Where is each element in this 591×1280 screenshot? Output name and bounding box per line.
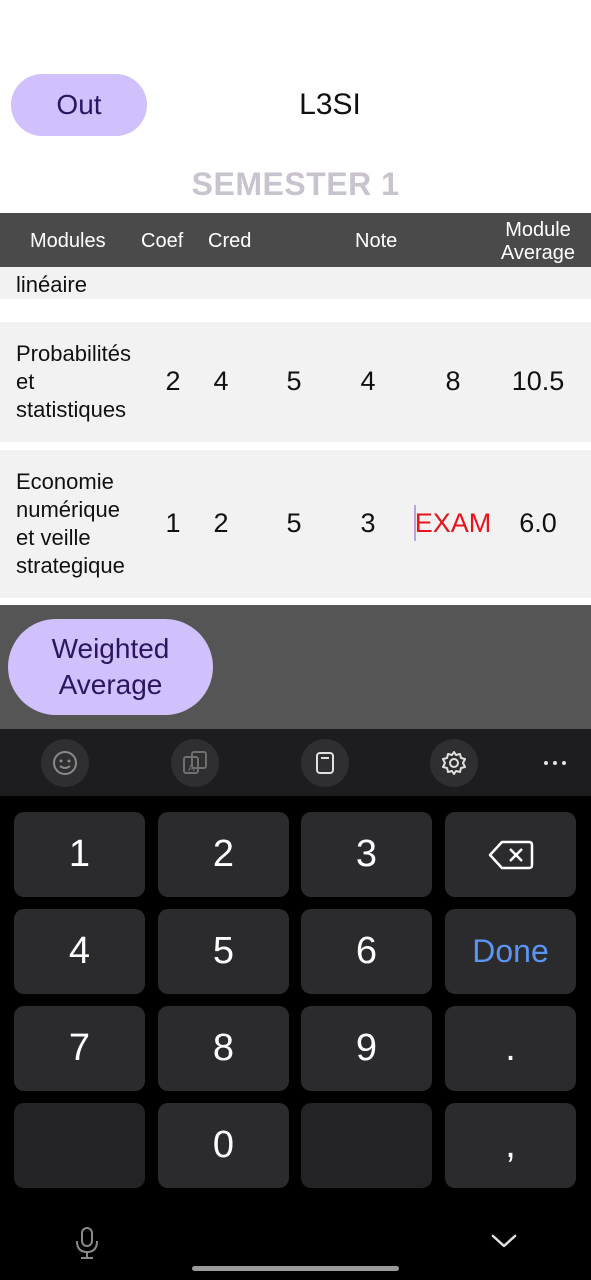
module-name-line: numérique — [16, 497, 120, 522]
key-6[interactable]: 6 — [301, 909, 432, 994]
numeric-keyboard: 1 2 3 4 5 6 Done 7 8 9 . 0 , — [0, 796, 591, 1280]
column-modules: Modules — [30, 230, 106, 252]
chevron-down-icon[interactable] — [490, 1232, 518, 1250]
key-blank-right — [301, 1103, 432, 1188]
module-name-line: statistiques — [16, 397, 127, 422]
key-3[interactable]: 3 — [301, 812, 432, 897]
key-9[interactable]: 9 — [301, 1006, 432, 1091]
microphone-icon[interactable] — [72, 1226, 102, 1260]
weighted-average-line2: Average — [58, 669, 163, 700]
key-4[interactable]: 4 — [14, 909, 145, 994]
column-module-average: Module Average — [495, 219, 581, 265]
weighted-average-button[interactable]: Weighted Average — [8, 619, 213, 715]
more-icon[interactable] — [543, 751, 567, 775]
column-module-average-line2: Average — [500, 242, 576, 264]
module-name-line: Economie — [16, 469, 114, 494]
module-name-line: linéaire — [16, 272, 87, 297]
key-comma[interactable]: , — [445, 1103, 576, 1188]
backspace-icon — [488, 840, 533, 869]
module-average-value: 10.5 — [511, 366, 565, 396]
out-button[interactable]: Out — [11, 74, 147, 136]
key-7[interactable]: 7 — [14, 1006, 145, 1091]
emoji-icon[interactable] — [41, 739, 89, 787]
table-row: Probabilités et statistiques 2 4 5 4 8 1… — [0, 322, 591, 442]
key-8[interactable]: 8 — [158, 1006, 289, 1091]
page-title: L3SI — [299, 88, 361, 121]
gear-icon[interactable] — [430, 739, 478, 787]
module-name-line: et — [16, 369, 35, 394]
table-row: linéaire — [0, 267, 591, 299]
coef-value: 2 — [165, 366, 181, 396]
home-indicator — [192, 1266, 399, 1271]
cred-value: 4 — [213, 366, 229, 396]
exam-input[interactable]: EXAM — [415, 508, 492, 539]
svg-text:A: A — [188, 763, 195, 774]
done-key[interactable]: Done — [445, 909, 576, 994]
column-module-average-line1: Module — [505, 219, 571, 241]
module-name-line: strategique — [16, 553, 125, 578]
key-2[interactable]: 2 — [158, 812, 289, 897]
cred-value: 2 — [213, 508, 229, 538]
module-name: linéaire — [16, 271, 87, 299]
backspace-key[interactable] — [445, 812, 576, 897]
note-input-1[interactable]: 5 — [286, 366, 301, 397]
note-input-exam[interactable]: 8 — [445, 366, 460, 397]
semester-label: SEMESTER 1 — [191, 166, 400, 202]
column-cred: Cred — [208, 230, 252, 252]
weighted-average-line1: Weighted — [51, 633, 170, 664]
column-note: Note — [355, 230, 398, 252]
module-name-line: Probabilités — [16, 341, 131, 366]
coef-value: 1 — [165, 508, 181, 538]
key-5[interactable]: 5 — [158, 909, 289, 994]
table-row: Economie numérique et veille strategique… — [0, 450, 591, 598]
modules-table[interactable]: linéaire Probabilités et statistiques 2 … — [0, 267, 591, 605]
column-coef: Coef — [141, 230, 184, 252]
module-name-line: et veille — [16, 525, 91, 550]
note-input-2[interactable]: 3 — [360, 508, 375, 539]
key-1[interactable]: 1 — [14, 812, 145, 897]
module-name: Probabilités et statistiques — [16, 340, 131, 424]
key-dot[interactable]: . — [445, 1006, 576, 1091]
translate-icon[interactable]: A — [171, 739, 219, 787]
clipboard-icon[interactable] — [301, 739, 349, 787]
module-average-value: 6.0 — [519, 508, 557, 538]
key-0[interactable]: 0 — [158, 1103, 289, 1188]
table-header: Modules Coef Cred Note Module Average — [0, 213, 591, 267]
action-bar: Weighted Average — [0, 605, 591, 729]
module-name: Economie numérique et veille strategique — [16, 468, 125, 580]
keyboard-toolbar: A — [0, 729, 591, 796]
note-input-2[interactable]: 4 — [360, 366, 375, 397]
key-blank-left — [14, 1103, 145, 1188]
note-input-1[interactable]: 5 — [286, 508, 301, 539]
